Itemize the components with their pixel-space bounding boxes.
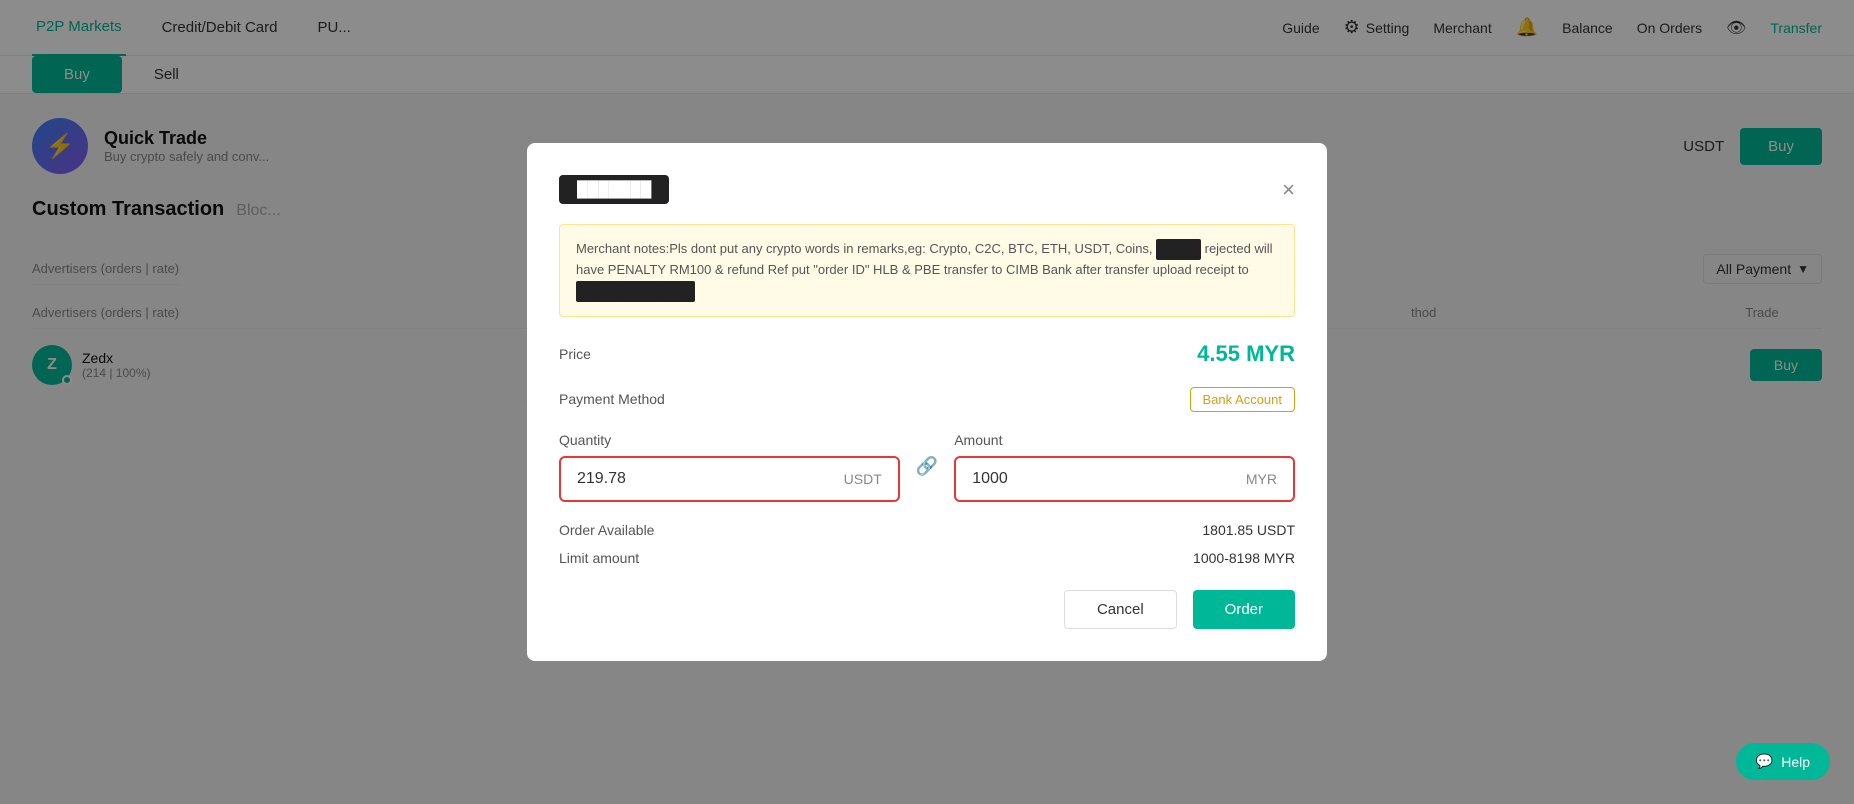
merchant-notes-text: Merchant notes:Pls dont put any crypto w… [576, 241, 1273, 298]
order-available-row: Order Available 1801.85 USDT [559, 522, 1295, 538]
quantity-label: Quantity [559, 432, 900, 448]
cancel-button[interactable]: Cancel [1064, 590, 1177, 629]
help-label: Help [1781, 754, 1810, 770]
amount-unit: MYR [1246, 471, 1277, 487]
modal-overlay: ███████ × Merchant notes:Pls dont put an… [0, 0, 1854, 804]
quantity-unit: USDT [844, 471, 882, 487]
modal-title: ███████ [559, 175, 669, 204]
amount-col: Amount 1000 MYR [954, 432, 1295, 502]
amount-input-box[interactable]: 1000 MYR [954, 456, 1295, 502]
quantity-col: Quantity 219.78 USDT [559, 432, 900, 502]
order-available-value: 1801.85 USDT [1202, 522, 1295, 538]
payment-method-row: Payment Method Bank Account [559, 387, 1295, 412]
qty-amount-row: Quantity 219.78 USDT 🔗 Amount 1000 MYR [559, 432, 1295, 502]
redacted-2: ████████████ [576, 281, 695, 302]
price-row: Price 4.55 MYR [559, 341, 1295, 367]
payment-badge: Bank Account [1190, 387, 1296, 412]
price-value: 4.55 MYR [1197, 341, 1295, 367]
redacted-1: ████ [1156, 239, 1201, 260]
help-chat-icon: 💬 [1756, 753, 1773, 770]
modal-header: ███████ × [559, 175, 1295, 204]
amount-label: Amount [954, 432, 1295, 448]
modal-footer: Cancel Order [559, 590, 1295, 629]
help-button[interactable]: 💬 Help [1736, 743, 1830, 780]
amount-value: 1000 [972, 470, 1008, 488]
link-icon: 🔗 [912, 456, 942, 477]
modal: ███████ × Merchant notes:Pls dont put an… [527, 143, 1327, 660]
quantity-value: 219.78 [577, 470, 626, 488]
limit-amount-label: Limit amount [559, 550, 639, 566]
order-button[interactable]: Order [1193, 590, 1295, 629]
limit-amount-value: 1000-8198 MYR [1193, 550, 1295, 566]
payment-method-label: Payment Method [559, 391, 665, 407]
limit-amount-row: Limit amount 1000-8198 MYR [559, 550, 1295, 566]
merchant-notes: Merchant notes:Pls dont put any crypto w… [559, 224, 1295, 316]
order-available-label: Order Available [559, 522, 654, 538]
modal-close-button[interactable]: × [1282, 179, 1295, 201]
quantity-input-box[interactable]: 219.78 USDT [559, 456, 900, 502]
price-label: Price [559, 346, 591, 362]
